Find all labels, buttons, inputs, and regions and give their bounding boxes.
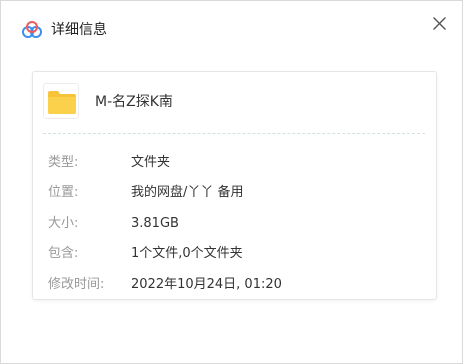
folder-icon — [48, 91, 76, 114]
close-button[interactable] — [429, 13, 449, 33]
file-details-dialog: 详细信息 M-名Z探K南 类型: 文件夹 位置: 我的网盘/丫丫 备用 大小: … — [0, 0, 463, 364]
baidu-netdisk-logo-icon — [22, 21, 42, 38]
contains-value: 1个文件,0个文件夹 — [131, 246, 243, 261]
dialog-title: 详细信息 — [51, 22, 107, 38]
detail-row-modified: 修改时间: 2022年10月24日, 01:20 — [48, 275, 428, 295]
type-label: 类型: — [48, 155, 79, 170]
size-label: 大小: — [48, 216, 79, 231]
size-value: 3.81GB — [131, 216, 179, 231]
modified-label: 修改时间: — [48, 277, 105, 292]
file-thumbnail — [43, 83, 79, 119]
close-icon — [432, 16, 446, 30]
divider — [43, 133, 425, 134]
dialog-titlebar: 详细信息 — [1, 1, 462, 47]
file-name: M-名Z探K南 — [95, 94, 173, 110]
detail-row-location: 位置: 我的网盘/丫丫 备用 — [48, 183, 428, 203]
modified-value: 2022年10月24日, 01:20 — [131, 277, 282, 292]
file-header: M-名Z探K南 — [43, 83, 423, 121]
detail-row-contains: 包含: 1个文件,0个文件夹 — [48, 244, 428, 264]
detail-row-size: 大小: 3.81GB — [48, 214, 428, 234]
location-label: 位置: — [48, 185, 79, 200]
location-value[interactable]: 我的网盘/丫丫 备用 — [131, 183, 244, 203]
type-value: 文件夹 — [131, 155, 171, 170]
detail-row-type: 类型: 文件夹 — [48, 153, 428, 173]
contains-label: 包含: — [48, 246, 79, 261]
details-card: M-名Z探K南 类型: 文件夹 位置: 我的网盘/丫丫 备用 大小: 3.81G… — [32, 71, 437, 300]
